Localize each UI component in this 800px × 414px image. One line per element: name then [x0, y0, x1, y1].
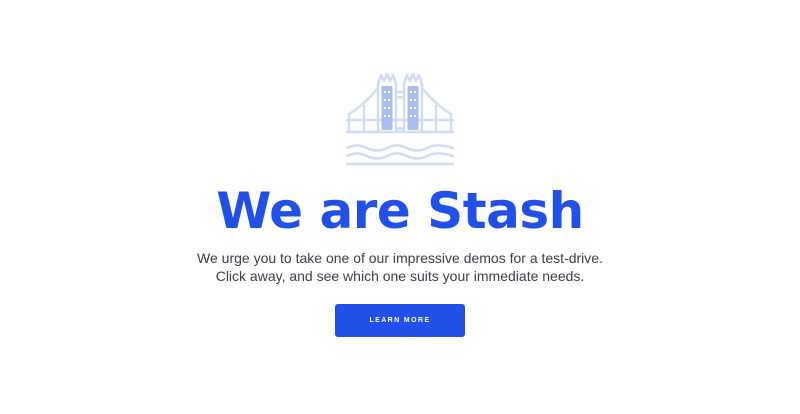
hero-section: We are Stash We urge you to take one of … [0, 0, 800, 414]
page-title: We are Stash [216, 182, 584, 240]
learn-more-button[interactable]: LEARN MORE [335, 304, 465, 337]
hero-description-line-2: Click away, and see which one suits your… [215, 268, 585, 284]
hero-description-line-1: We urge you to take one of our impressiv… [197, 250, 603, 266]
tower-bridge-icon [345, 72, 455, 166]
